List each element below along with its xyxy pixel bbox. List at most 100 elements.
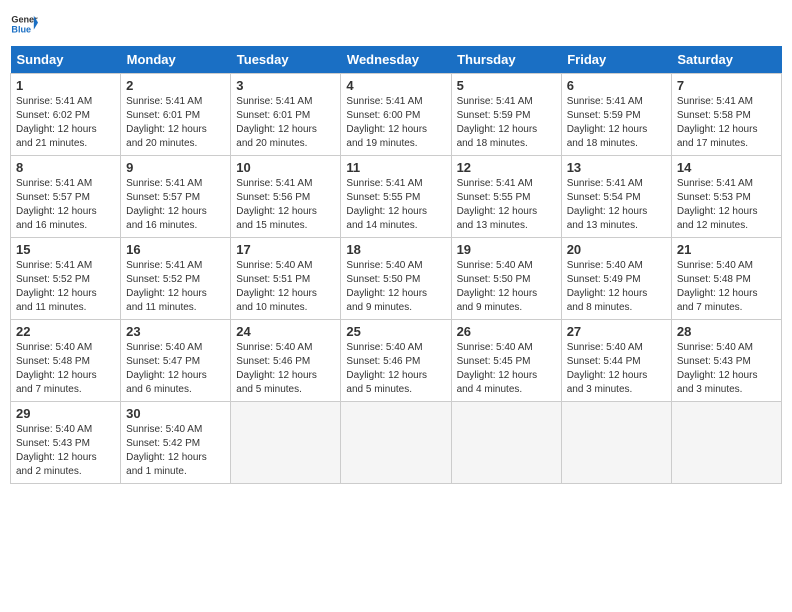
calendar-cell: 10 Sunrise: 5:41 AM Sunset: 5:56 PM Dayl… (231, 156, 341, 238)
day-number: 30 (126, 406, 225, 421)
day-detail: Sunrise: 5:40 AM Sunset: 5:46 PM Dayligh… (236, 341, 335, 397)
calendar-week-5: 29 Sunrise: 5:40 AM Sunset: 5:43 PM Dayl… (11, 402, 782, 484)
day-detail: Sunrise: 5:41 AM Sunset: 5:58 PM Dayligh… (677, 95, 776, 151)
day-detail: Sunrise: 5:40 AM Sunset: 5:44 PM Dayligh… (567, 341, 666, 397)
calendar-cell: 8 Sunrise: 5:41 AM Sunset: 5:57 PM Dayli… (11, 156, 121, 238)
calendar-cell: 4 Sunrise: 5:41 AM Sunset: 6:00 PM Dayli… (341, 74, 451, 156)
calendar-cell (451, 402, 561, 484)
day-number: 26 (457, 324, 556, 339)
day-detail: Sunrise: 5:40 AM Sunset: 5:48 PM Dayligh… (16, 341, 115, 397)
day-detail: Sunrise: 5:41 AM Sunset: 5:52 PM Dayligh… (16, 259, 115, 315)
day-number: 15 (16, 242, 115, 257)
day-number: 16 (126, 242, 225, 257)
weekday-header-saturday: Saturday (671, 46, 781, 74)
day-number: 29 (16, 406, 115, 421)
weekday-header-friday: Friday (561, 46, 671, 74)
day-number: 11 (346, 160, 445, 175)
day-number: 3 (236, 78, 335, 93)
day-number: 23 (126, 324, 225, 339)
calendar-cell: 29 Sunrise: 5:40 AM Sunset: 5:43 PM Dayl… (11, 402, 121, 484)
day-detail: Sunrise: 5:41 AM Sunset: 5:55 PM Dayligh… (457, 177, 556, 233)
day-detail: Sunrise: 5:40 AM Sunset: 5:48 PM Dayligh… (677, 259, 776, 315)
calendar-cell: 27 Sunrise: 5:40 AM Sunset: 5:44 PM Dayl… (561, 320, 671, 402)
calendar-cell: 21 Sunrise: 5:40 AM Sunset: 5:48 PM Dayl… (671, 238, 781, 320)
day-detail: Sunrise: 5:41 AM Sunset: 6:01 PM Dayligh… (236, 95, 335, 151)
calendar-cell: 17 Sunrise: 5:40 AM Sunset: 5:51 PM Dayl… (231, 238, 341, 320)
day-number: 21 (677, 242, 776, 257)
day-number: 7 (677, 78, 776, 93)
day-number: 28 (677, 324, 776, 339)
calendar-cell: 25 Sunrise: 5:40 AM Sunset: 5:46 PM Dayl… (341, 320, 451, 402)
day-number: 4 (346, 78, 445, 93)
day-number: 8 (16, 160, 115, 175)
day-detail: Sunrise: 5:41 AM Sunset: 5:57 PM Dayligh… (16, 177, 115, 233)
day-number: 20 (567, 242, 666, 257)
weekday-header-wednesday: Wednesday (341, 46, 451, 74)
calendar-cell (671, 402, 781, 484)
day-detail: Sunrise: 5:40 AM Sunset: 5:43 PM Dayligh… (677, 341, 776, 397)
day-detail: Sunrise: 5:40 AM Sunset: 5:49 PM Dayligh… (567, 259, 666, 315)
calendar-cell: 19 Sunrise: 5:40 AM Sunset: 5:50 PM Dayl… (451, 238, 561, 320)
day-number: 6 (567, 78, 666, 93)
day-detail: Sunrise: 5:40 AM Sunset: 5:50 PM Dayligh… (457, 259, 556, 315)
calendar-cell: 24 Sunrise: 5:40 AM Sunset: 5:46 PM Dayl… (231, 320, 341, 402)
calendar-cell: 5 Sunrise: 5:41 AM Sunset: 5:59 PM Dayli… (451, 74, 561, 156)
calendar-cell (231, 402, 341, 484)
day-detail: Sunrise: 5:41 AM Sunset: 6:00 PM Dayligh… (346, 95, 445, 151)
calendar-cell: 16 Sunrise: 5:41 AM Sunset: 5:52 PM Dayl… (121, 238, 231, 320)
day-number: 1 (16, 78, 115, 93)
day-detail: Sunrise: 5:40 AM Sunset: 5:45 PM Dayligh… (457, 341, 556, 397)
day-number: 9 (126, 160, 225, 175)
weekday-header-thursday: Thursday (451, 46, 561, 74)
logo-icon: General Blue (10, 10, 38, 38)
day-detail: Sunrise: 5:40 AM Sunset: 5:43 PM Dayligh… (16, 423, 115, 479)
calendar-cell: 26 Sunrise: 5:40 AM Sunset: 5:45 PM Dayl… (451, 320, 561, 402)
day-number: 12 (457, 160, 556, 175)
day-number: 14 (677, 160, 776, 175)
day-number: 27 (567, 324, 666, 339)
calendar-week-2: 8 Sunrise: 5:41 AM Sunset: 5:57 PM Dayli… (11, 156, 782, 238)
day-number: 18 (346, 242, 445, 257)
weekday-header-row: SundayMondayTuesdayWednesdayThursdayFrid… (11, 46, 782, 74)
calendar-cell: 15 Sunrise: 5:41 AM Sunset: 5:52 PM Dayl… (11, 238, 121, 320)
day-detail: Sunrise: 5:40 AM Sunset: 5:50 PM Dayligh… (346, 259, 445, 315)
calendar-cell: 2 Sunrise: 5:41 AM Sunset: 6:01 PM Dayli… (121, 74, 231, 156)
calendar-week-3: 15 Sunrise: 5:41 AM Sunset: 5:52 PM Dayl… (11, 238, 782, 320)
page-header: General Blue (10, 10, 782, 38)
calendar-cell: 20 Sunrise: 5:40 AM Sunset: 5:49 PM Dayl… (561, 238, 671, 320)
weekday-header-monday: Monday (121, 46, 231, 74)
calendar-cell: 14 Sunrise: 5:41 AM Sunset: 5:53 PM Dayl… (671, 156, 781, 238)
day-detail: Sunrise: 5:41 AM Sunset: 6:01 PM Dayligh… (126, 95, 225, 151)
day-detail: Sunrise: 5:41 AM Sunset: 5:56 PM Dayligh… (236, 177, 335, 233)
calendar-table: SundayMondayTuesdayWednesdayThursdayFrid… (10, 46, 782, 484)
calendar-cell: 30 Sunrise: 5:40 AM Sunset: 5:42 PM Dayl… (121, 402, 231, 484)
day-detail: Sunrise: 5:41 AM Sunset: 5:57 PM Dayligh… (126, 177, 225, 233)
calendar-cell (561, 402, 671, 484)
day-detail: Sunrise: 5:41 AM Sunset: 5:53 PM Dayligh… (677, 177, 776, 233)
calendar-cell: 3 Sunrise: 5:41 AM Sunset: 6:01 PM Dayli… (231, 74, 341, 156)
calendar-week-1: 1 Sunrise: 5:41 AM Sunset: 6:02 PM Dayli… (11, 74, 782, 156)
day-detail: Sunrise: 5:41 AM Sunset: 5:55 PM Dayligh… (346, 177, 445, 233)
calendar-cell: 18 Sunrise: 5:40 AM Sunset: 5:50 PM Dayl… (341, 238, 451, 320)
day-detail: Sunrise: 5:41 AM Sunset: 6:02 PM Dayligh… (16, 95, 115, 151)
svg-text:Blue: Blue (11, 24, 31, 34)
day-detail: Sunrise: 5:41 AM Sunset: 5:59 PM Dayligh… (457, 95, 556, 151)
day-detail: Sunrise: 5:40 AM Sunset: 5:46 PM Dayligh… (346, 341, 445, 397)
calendar-cell: 11 Sunrise: 5:41 AM Sunset: 5:55 PM Dayl… (341, 156, 451, 238)
day-detail: Sunrise: 5:40 AM Sunset: 5:42 PM Dayligh… (126, 423, 225, 479)
day-number: 10 (236, 160, 335, 175)
calendar-week-4: 22 Sunrise: 5:40 AM Sunset: 5:48 PM Dayl… (11, 320, 782, 402)
calendar-cell: 12 Sunrise: 5:41 AM Sunset: 5:55 PM Dayl… (451, 156, 561, 238)
calendar-cell: 22 Sunrise: 5:40 AM Sunset: 5:48 PM Dayl… (11, 320, 121, 402)
day-number: 5 (457, 78, 556, 93)
weekday-header-sunday: Sunday (11, 46, 121, 74)
calendar-cell: 7 Sunrise: 5:41 AM Sunset: 5:58 PM Dayli… (671, 74, 781, 156)
calendar-cell: 6 Sunrise: 5:41 AM Sunset: 5:59 PM Dayli… (561, 74, 671, 156)
day-number: 25 (346, 324, 445, 339)
weekday-header-tuesday: Tuesday (231, 46, 341, 74)
day-number: 22 (16, 324, 115, 339)
day-number: 17 (236, 242, 335, 257)
day-detail: Sunrise: 5:41 AM Sunset: 5:52 PM Dayligh… (126, 259, 225, 315)
day-detail: Sunrise: 5:40 AM Sunset: 5:51 PM Dayligh… (236, 259, 335, 315)
day-number: 24 (236, 324, 335, 339)
